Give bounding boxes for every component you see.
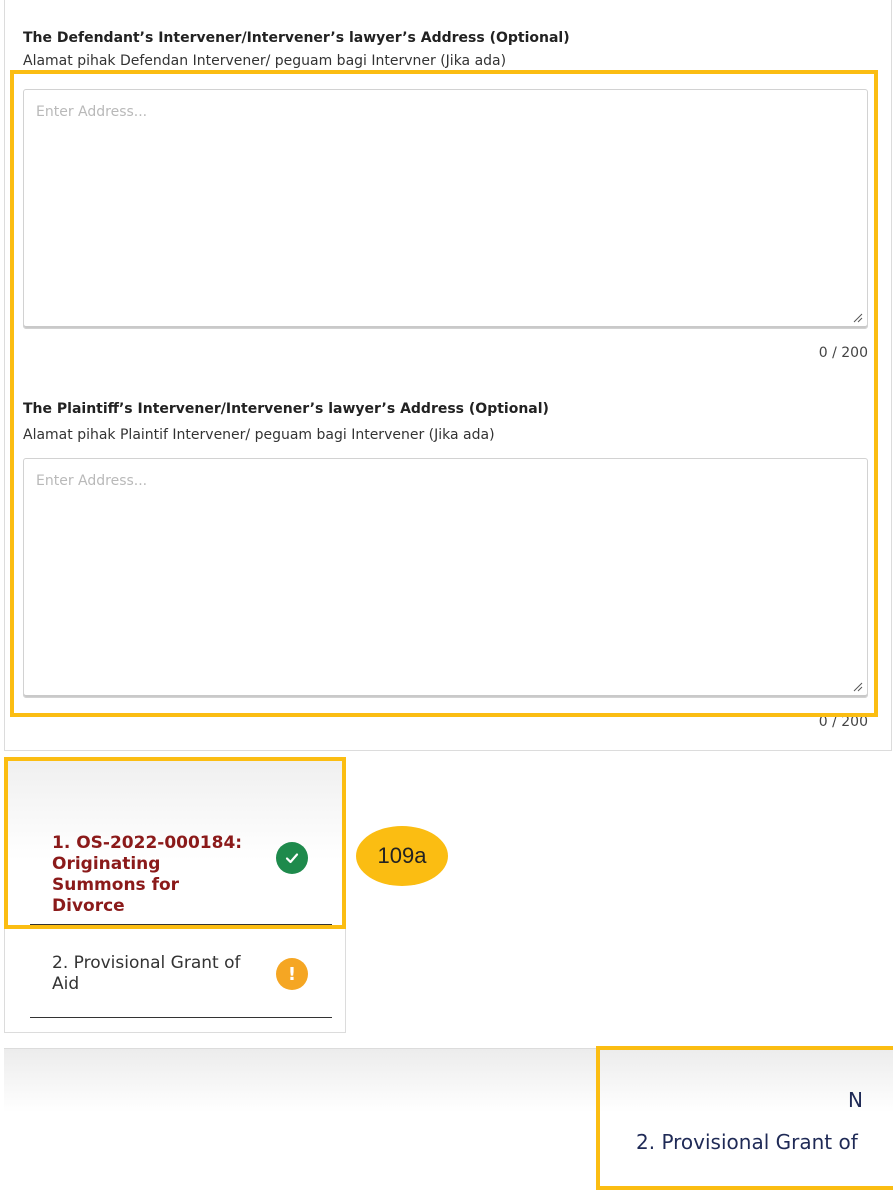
resize-handle-icon[interactable] [853, 313, 863, 323]
plaintiff-intervener-address-label: The Plaintiff’s Intervener/Intervener’s … [23, 401, 549, 417]
step-item-originating-summons[interactable]: 1. OS-2022-000184: Originating Summons f… [6, 758, 344, 928]
defendant-intervener-address-label: The Defendant’s Intervener/Intervener’s … [23, 30, 570, 46]
step-label: 2. Provisional Grant of Aid [52, 953, 241, 994]
defendant-intervener-address-sublabel: Alamat pihak Defendan Intervener/ peguam… [23, 53, 507, 69]
step-item-provisional-grant[interactable]: 2. Provisional Grant of Aid ! [6, 930, 344, 1030]
step-divider [30, 924, 332, 925]
step-navigation-panel: 1. OS-2022-000184: Originating Summons f… [4, 757, 346, 1033]
check-icon [276, 842, 308, 874]
next-step-button[interactable] [596, 1046, 893, 1190]
defendant-address-char-counter: 0 / 200 [818, 345, 868, 361]
next-button-title: N [848, 1088, 863, 1112]
step-label: 1. OS-2022-000184: Originating Summons f… [52, 833, 243, 916]
callout-badge: 109a [356, 826, 448, 886]
plaintiff-intervener-address-sublabel: Alamat pihak Plaintif Intervener/ peguam… [23, 427, 495, 443]
plaintiff-address-char-counter: 0 / 200 [818, 714, 868, 730]
resize-handle-icon[interactable] [853, 682, 863, 692]
step-divider [30, 1017, 332, 1018]
defendant-intervener-address-input[interactable] [23, 89, 868, 329]
exclamation-icon: ! [276, 958, 308, 990]
next-button-subtitle: 2. Provisional Grant of [636, 1130, 858, 1154]
plaintiff-intervener-address-input[interactable] [23, 458, 868, 698]
